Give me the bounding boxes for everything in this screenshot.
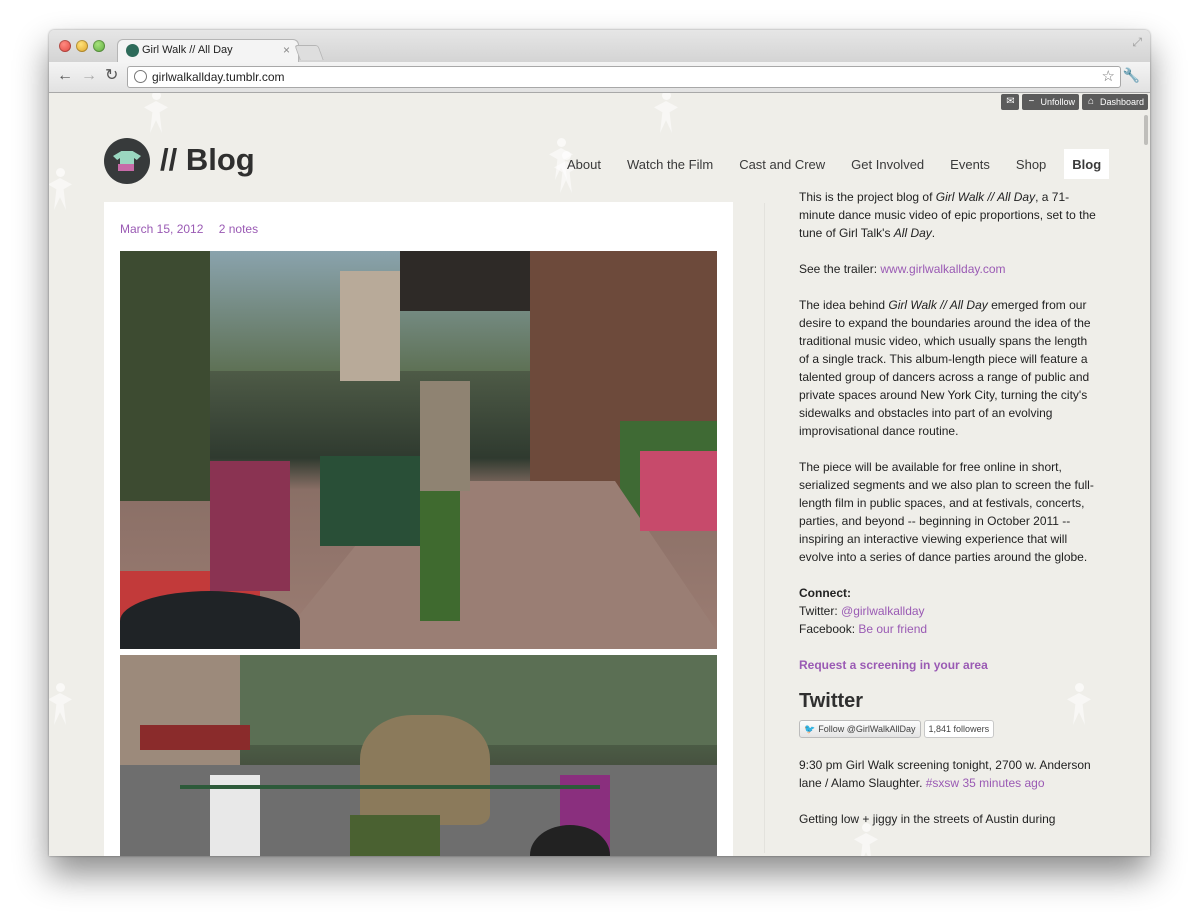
fullscreen-icon[interactable]: ⤢ [1132, 35, 1142, 50]
zoom-window-button[interactable] [93, 40, 105, 52]
star-icon[interactable]: ☆ [1102, 67, 1115, 85]
minimize-window-button[interactable] [76, 40, 88, 52]
site-title[interactable]: // Blog [160, 142, 255, 178]
dancer-silhouette-icon [139, 93, 173, 137]
post-notes[interactable]: 2 notes [219, 222, 258, 236]
trailer-link[interactable]: www.girlwalkallday.com [880, 262, 1005, 276]
unfollow-button[interactable]: − Unfollow [1022, 94, 1079, 110]
blog-post: March 15, 2012 2 notes [104, 202, 733, 856]
dashboard-button[interactable]: ⌂ Dashboard [1081, 94, 1148, 110]
nav-item-blog[interactable]: Blog [1064, 149, 1110, 179]
tweet: 9:30 pm Girl Walk screening tonight, 270… [799, 758, 1091, 790]
facebook-link[interactable]: Be our friend [858, 622, 927, 636]
twitter-link[interactable]: @girlwalkallday [841, 604, 925, 618]
tumblr-controls: ✉ − Unfollow ⌂ Dashboard [1001, 94, 1148, 110]
wrench-icon[interactable]: 🔧 [1123, 67, 1140, 84]
twitter-bird-icon: 🐦 [804, 724, 816, 734]
dancer-silhouette-icon [49, 168, 77, 214]
page-content: ✉ − Unfollow ⌂ Dashboard // Blog About Wat… [49, 93, 1150, 856]
idea-paragraph: The idea behind Girl Walk // All Day eme… [799, 298, 1091, 438]
url-text: girlwalkallday.tumblr.com [152, 70, 285, 84]
browser-toolbar: ← → ↻ girlwalkallday.tumblr.com ☆ 🔧 [49, 62, 1150, 93]
home-icon: ⌂ [1087, 96, 1094, 107]
reload-icon[interactable]: ↻ [105, 67, 118, 85]
twitter-heading: Twitter [799, 690, 864, 712]
follow-button[interactable]: 🐦 Follow @GirlWalkAllDay [799, 720, 921, 738]
close-window-button[interactable] [59, 40, 71, 52]
dancer-silhouette-icon [649, 93, 683, 137]
browser-tab[interactable]: Girl Walk // All Day × [117, 39, 299, 63]
post-date[interactable]: March 15, 2012 [120, 222, 203, 236]
post-photo[interactable] [120, 655, 717, 856]
tab-close-icon[interactable]: × [283, 43, 290, 57]
dashboard-label: Dashboard [1099, 97, 1144, 107]
favicon-icon [126, 44, 139, 57]
title-bar: Girl Walk // All Day × ⤢ [49, 30, 1150, 63]
tweet: Getting low + jiggy in the streets of Au… [799, 812, 1056, 826]
address-bar[interactable]: girlwalkallday.tumblr.com ☆ [127, 66, 1121, 88]
globe-icon [134, 70, 147, 83]
new-tab-button[interactable] [294, 45, 324, 60]
tweet-time-link[interactable]: 35 minutes ago [962, 776, 1044, 790]
nav-item-get-involved[interactable]: Get Involved [843, 153, 932, 179]
post-meta: March 15, 2012 2 notes [120, 222, 270, 236]
nav-item-watch-the-film[interactable]: Watch the Film [619, 153, 721, 179]
connect-section: Connect: Twitter: @girlwalkallday Facebook… [799, 586, 928, 636]
forward-arrow-icon[interactable]: → [81, 67, 97, 85]
site-logo[interactable] [104, 138, 150, 184]
nav-item-cast-and-crew[interactable]: Cast and Crew [731, 153, 833, 179]
post-photo[interactable] [120, 251, 717, 649]
message-button[interactable]: ✉ [1001, 94, 1020, 110]
trailer-paragraph: See the trailer: www.girlwalkallday.com [799, 262, 1006, 276]
twitter-follow-widget: 🐦 Follow @GirlWalkAllDay 1,841 followers [799, 720, 1134, 738]
intro-paragraph: This is the project blog of Girl Walk //… [799, 190, 1096, 240]
request-screening-link[interactable]: Request a screening in your area [799, 658, 988, 672]
main-nav: About Watch the Film Cast and Crew Get I… [559, 149, 1119, 179]
back-arrow-icon[interactable]: ← [57, 67, 73, 85]
sidebar: This is the project blog of Girl Walk //… [764, 188, 1134, 846]
mail-icon: ✉ [1006, 96, 1015, 107]
nav-item-about[interactable]: About [559, 153, 609, 179]
connect-heading: Connect: [799, 586, 851, 600]
tab-title: Girl Walk // All Day [142, 44, 233, 56]
minus-icon: − [1028, 96, 1035, 107]
unfollow-label: Unfollow [1040, 97, 1075, 107]
nav-item-shop[interactable]: Shop [1008, 153, 1054, 179]
nav-item-events[interactable]: Events [942, 153, 998, 179]
piece-paragraph: The piece will be available for free onl… [799, 460, 1094, 564]
scrollbar-thumb[interactable] [1144, 115, 1148, 145]
hashtag-link[interactable]: #sxsw [926, 776, 959, 790]
followers-count: 1,841 followers [923, 720, 995, 738]
dancer-silhouette-icon [49, 683, 77, 729]
browser-window: Girl Walk // All Day × ⤢ ← → ↻ girlwalka… [49, 30, 1150, 856]
